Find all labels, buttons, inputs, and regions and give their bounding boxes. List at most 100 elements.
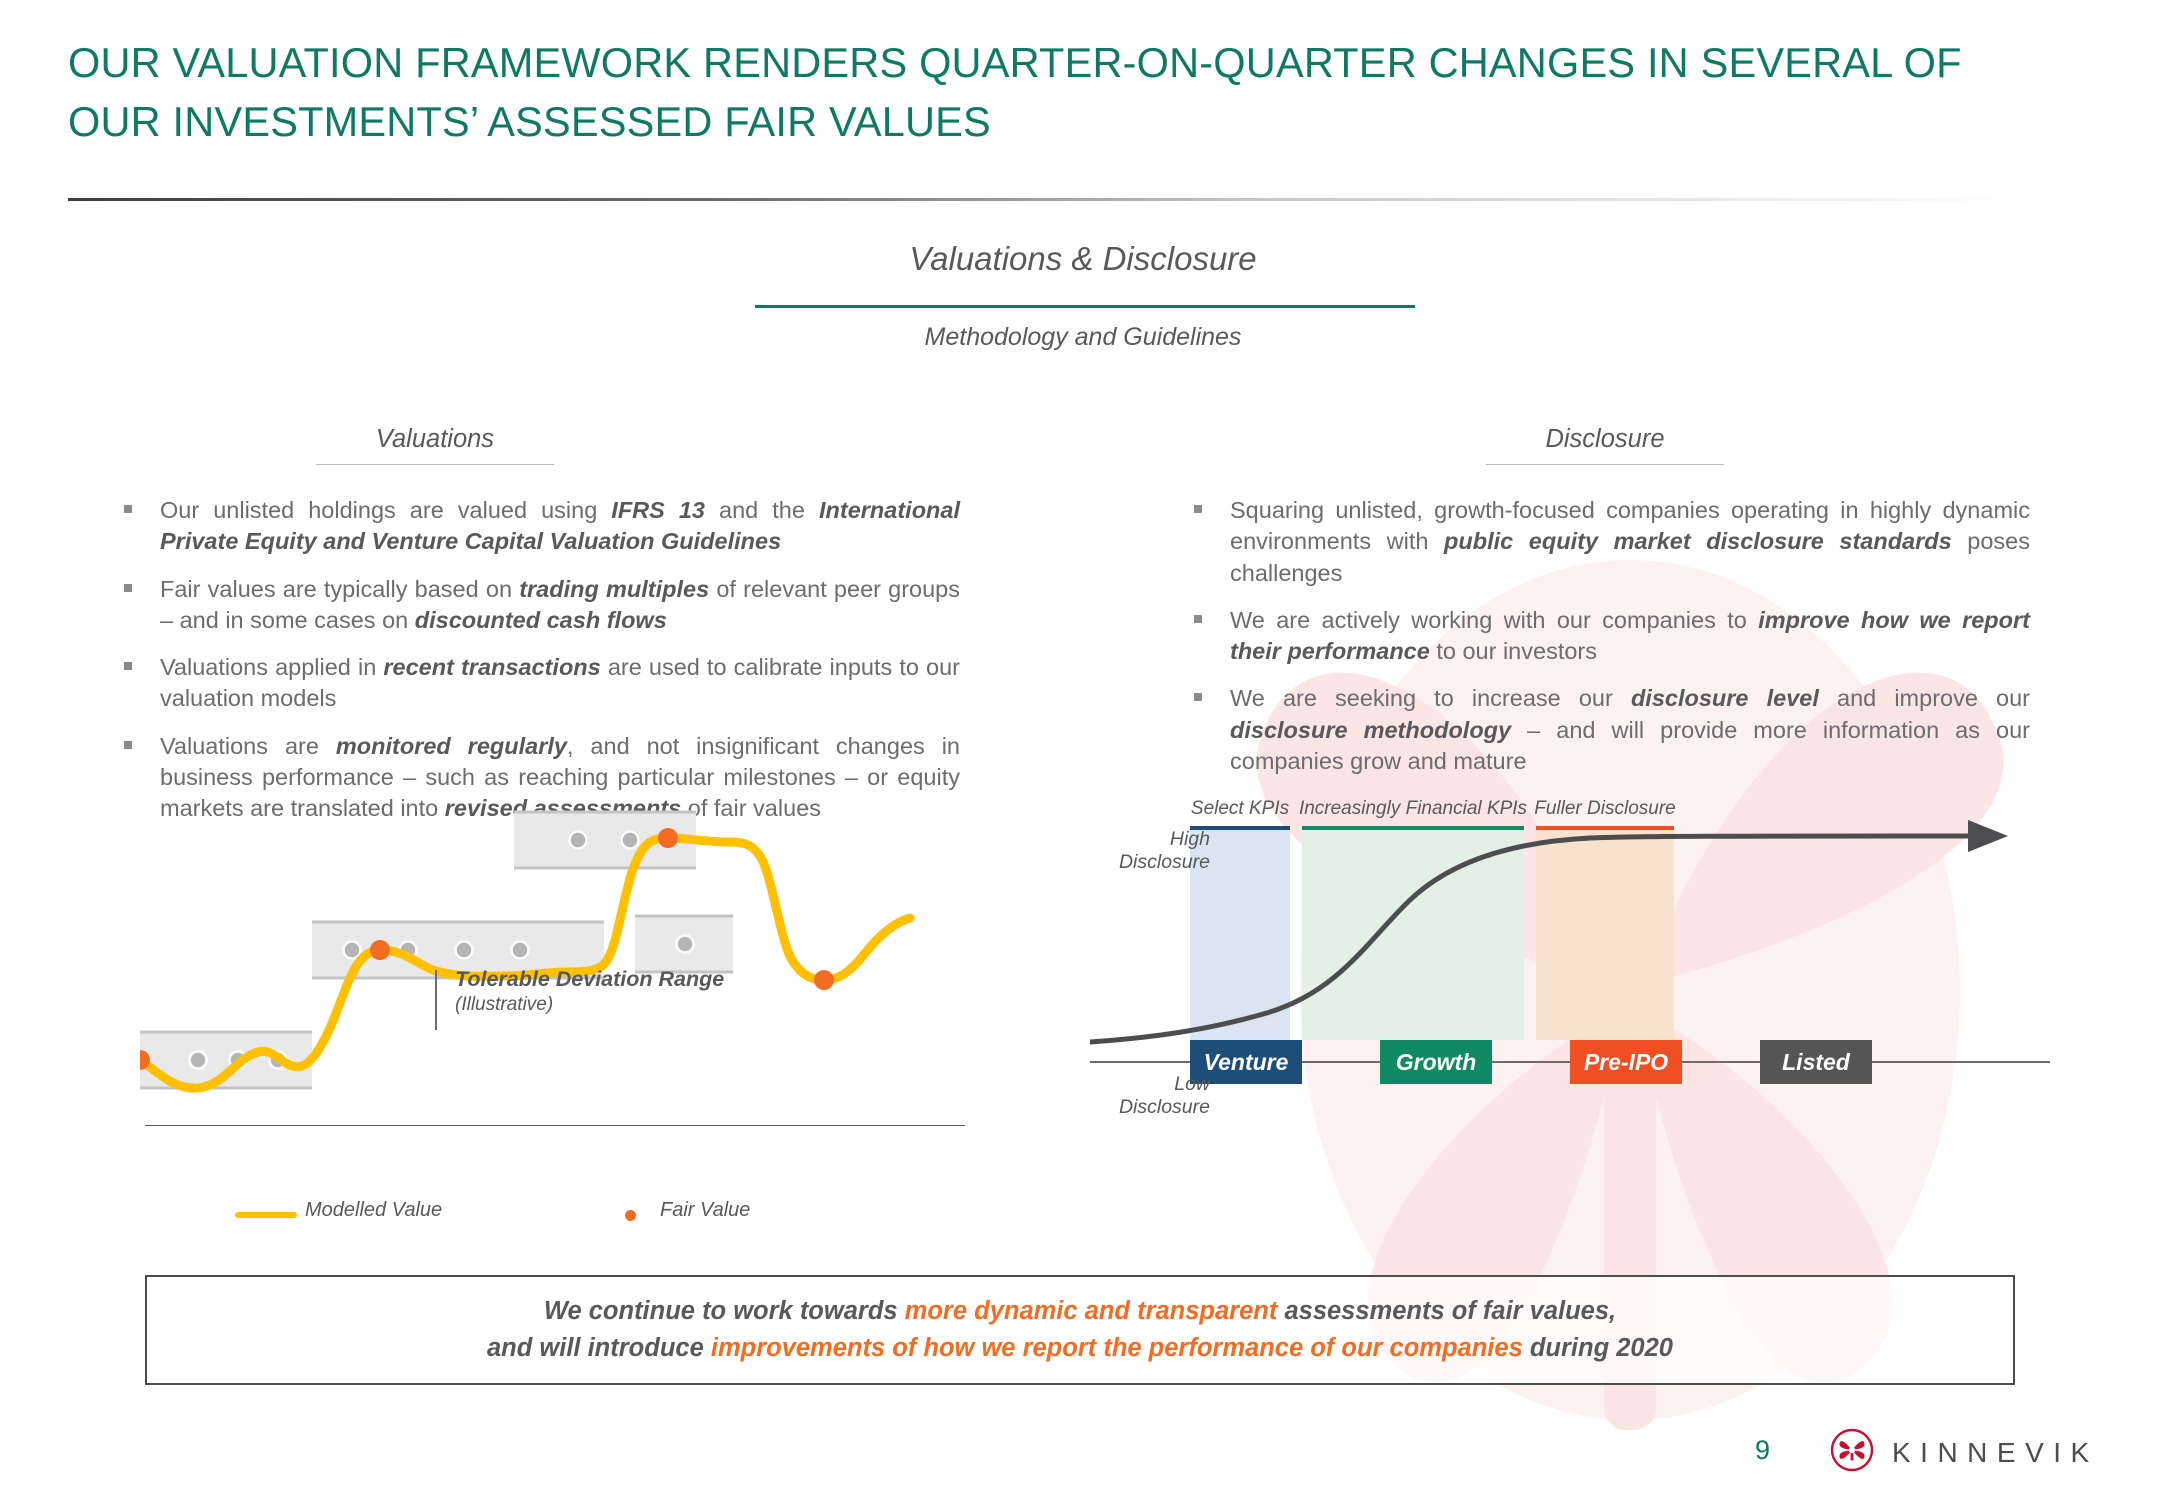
bullet-item: We are actively working with our compani… — [1190, 605, 2030, 668]
modelled-value-plot — [130, 810, 915, 1093]
tolerance-band-bottom-edge — [140, 1086, 312, 1090]
stage-pill-pre-ipo[interactable]: Pre-IPO — [1570, 1040, 1682, 1084]
tolerance-band-bottom-edge — [514, 866, 696, 870]
legend-dot-swatch-fair-value — [625, 1210, 636, 1221]
page-number: 9 — [1755, 1435, 1771, 1465]
tolerance-band-top-edge — [635, 914, 733, 918]
disclosure-band-caption: Select KPIs — [1191, 798, 1290, 819]
stage-pill-label: Growth — [1396, 1049, 1477, 1075]
trend-arrow-icon — [1968, 820, 2008, 852]
bullet-emphasis: disclosure methodology — [1230, 716, 1512, 743]
section-divider — [755, 305, 1415, 308]
axis-label-low-disclosure: Low Disclosure — [1080, 1073, 1210, 1120]
disclosure-bullet-list: Squaring unlisted, growth-focused compan… — [1190, 495, 2030, 777]
bullet-square-icon — [1194, 614, 1202, 623]
legend-line-swatch-modelled-value — [235, 1212, 297, 1218]
column-heading-divider-right — [1486, 464, 1724, 465]
tolerance-band-marker — [454, 940, 474, 960]
tolerance-annotation-label: Tolerable Deviation Range (Illustrative) — [455, 967, 724, 1016]
tolerance-annotation-title: Tolerable Deviation Range — [455, 967, 725, 991]
bullet-item: Valuations applied in recent transaction… — [120, 652, 960, 715]
bullet-text: and the — [705, 497, 819, 523]
disclosure-band: Increasingly Financial KPIs — [1299, 798, 1528, 1040]
bullet-square-icon — [124, 740, 132, 749]
section-subtitle: Methodology and Guidelines — [924, 323, 1242, 351]
bullet-square-icon — [124, 662, 132, 670]
legend-label-fair-value: Fair Value — [660, 1199, 751, 1221]
bullet-text: Valuations applied in — [160, 654, 384, 680]
fair-value-point — [370, 940, 390, 960]
bullet-text: We are seeking to increase our — [1230, 685, 1631, 712]
axis-label-line: High — [1169, 828, 1210, 850]
column-heading-divider-left — [316, 464, 554, 465]
bullet-item: Our unlisted holdings are valued using I… — [120, 495, 960, 558]
kinnevik-flower-logo-icon — [1830, 1428, 1874, 1477]
tolerance-annotation-subtitle: (Illustrative) — [455, 994, 554, 1015]
disclosure-band-top-rule — [1536, 826, 1674, 830]
tolerance-band-top-edge — [312, 920, 604, 924]
axis-label-line: Disclosure — [1118, 1096, 1210, 1119]
bullet-square-icon — [124, 583, 132, 592]
stage-pill-growth[interactable]: Growth — [1380, 1040, 1492, 1084]
modelled-vs-fair-value-chart — [130, 800, 970, 1120]
bullet-text: to our investors — [1429, 638, 1597, 664]
callout-text: and will introduce — [487, 1334, 711, 1362]
tolerance-band-top-edge — [514, 810, 696, 814]
callout-highlight: more dynamic and transparent — [904, 1297, 1278, 1326]
tolerance-band-marker — [675, 934, 695, 954]
bullet-item: Squaring unlisted, growth-focused compan… — [1190, 495, 2030, 589]
callout-text: assessments of fair values, — [1277, 1297, 1617, 1326]
tolerance-band-marker — [188, 1050, 208, 1070]
tolerance-band-marker — [620, 830, 640, 850]
column-heading-valuations: Valuations — [375, 425, 495, 453]
axis-label-line: Disclosure — [1118, 851, 1210, 874]
page-title: OUR VALUATION FRAMEWORK RENDERS QUARTER-… — [68, 39, 1962, 145]
bullet-text: Valuations are — [160, 732, 336, 759]
callout-highlight: improvements of how we report the perfor… — [710, 1334, 1523, 1362]
bullet-text: We are actively working with our compani… — [1230, 606, 1759, 633]
bullet-text: Fair values are typically based on — [160, 575, 520, 602]
tolerance-band-marker — [510, 940, 530, 960]
fair-value-point — [814, 970, 834, 990]
title-divider — [68, 198, 2018, 201]
bullet-emphasis: IFRS 13 — [611, 497, 705, 523]
disclosure-by-stage-chart: Select KPIs Increasingly Financial KPIs Fu… — [1087, 790, 2140, 1100]
disclosure-band-fill — [1302, 830, 1524, 1040]
bullet-emphasis: disclosure level — [1630, 685, 1819, 712]
valuations-bullet-list: Our unlisted holdings are valued using I… — [120, 495, 960, 824]
tolerance-band-marker — [342, 940, 362, 960]
tolerance-band — [635, 914, 733, 974]
disclosure-stage-plot: Select KPIs Increasingly Financial KPIs Fu… — [1087, 798, 2050, 1084]
brand-wordmark: KINNEVIK — [1892, 1436, 2099, 1468]
legend-label-modelled-value: Modelled Value — [305, 1199, 443, 1221]
section-title: Valuations & Disclosure — [909, 240, 1257, 277]
fair-value-point — [658, 828, 678, 848]
summary-callout: We continue to work towards more dynamic… — [145, 1275, 2015, 1385]
bullet-emphasis: recent transactions — [383, 654, 601, 680]
disclosure-band-caption: Increasingly Financial KPIs — [1299, 798, 1528, 819]
stage-pill-label: Pre-IPO — [1584, 1049, 1668, 1075]
callout-text: We continue to work towards — [543, 1297, 905, 1326]
tolerance-band-marker — [568, 830, 588, 850]
bullet-emphasis: public equity market disclosure standard… — [1444, 528, 1952, 555]
disclosure-band-top-rule — [1302, 826, 1524, 830]
stage-pill-listed[interactable]: Listed — [1760, 1040, 1872, 1084]
disclosure-band-fill — [1536, 830, 1674, 1040]
stage-pill-label: Listed — [1782, 1049, 1851, 1075]
callout-text: during 2020 — [1522, 1334, 1673, 1362]
stage-pill-label: Venture — [1204, 1049, 1289, 1075]
bullet-text: and improve our — [1818, 685, 2031, 712]
disclosure-band-caption: Fuller Disclosure — [1534, 798, 1675, 819]
callout-line-1: We continue to work towards more dynamic… — [544, 1293, 1616, 1330]
bullet-emphasis: monitored regularly — [335, 732, 567, 759]
bullet-emphasis: discounted cash flows — [414, 606, 667, 633]
bullet-emphasis: trading multiples — [519, 575, 710, 602]
callout-line-2: and will introduce improvements of how w… — [487, 1330, 1673, 1367]
axis-label-line: Low — [1174, 1073, 1210, 1095]
tolerance-band-top-edge — [140, 1030, 312, 1034]
chart-left-legend: Modelled Value Fair Value — [145, 1175, 965, 1221]
tolerance-annotation-bar — [435, 970, 437, 1030]
axis-label-high-disclosure: High Disclosure — [1080, 828, 1210, 875]
bullet-text: Our unlisted holdings are valued using — [160, 497, 612, 523]
bullet-item: Fair values are typically based on tradi… — [120, 574, 960, 637]
